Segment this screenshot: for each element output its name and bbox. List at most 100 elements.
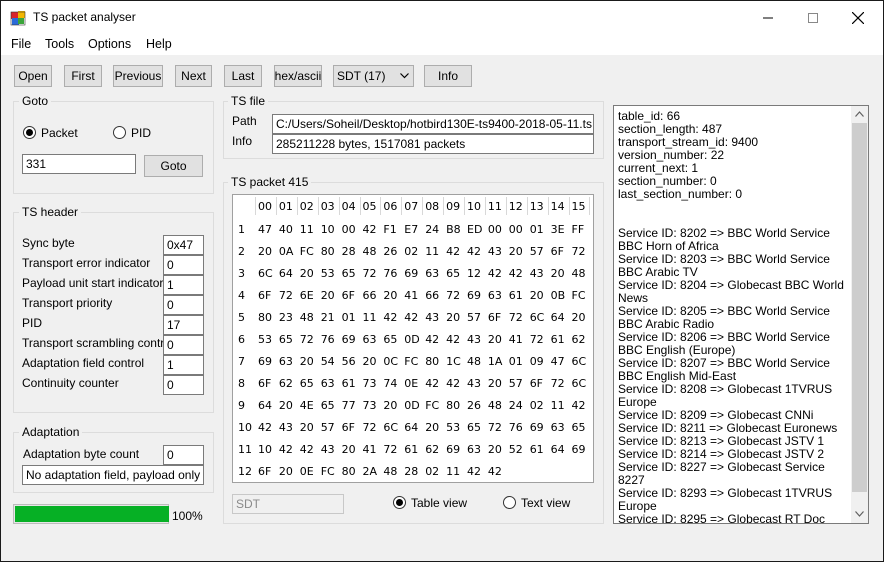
hex-byte-cell[interactable]: 47: [258, 223, 272, 236]
hex-byte-cell[interactable]: 28: [404, 465, 418, 478]
hex-byte-cell[interactable]: 48: [467, 355, 481, 368]
menu-file[interactable]: File: [11, 37, 31, 51]
hex-byte-cell[interactable]: 0E: [300, 465, 314, 478]
hex-byte-cell[interactable]: 57: [467, 311, 481, 324]
hex-byte-cell[interactable]: 01: [530, 223, 544, 236]
hex-byte-cell[interactable]: 53: [258, 333, 272, 346]
hex-byte-cell[interactable]: 72: [383, 443, 397, 456]
hex-byte-cell[interactable]: 6C: [572, 355, 587, 368]
hex-ascii-button[interactable]: hex/ascii: [274, 65, 322, 87]
minimize-button[interactable]: [745, 2, 791, 33]
hex-byte-cell[interactable]: 20: [530, 289, 544, 302]
hex-byte-cell[interactable]: 42: [446, 245, 460, 258]
hex-byte-cell[interactable]: 64: [258, 399, 272, 412]
hex-byte-cell[interactable]: E7: [404, 223, 418, 236]
hex-byte-cell[interactable]: 20: [446, 311, 460, 324]
hex-byte-cell[interactable]: 42: [383, 311, 397, 324]
hex-byte-cell[interactable]: 00: [509, 223, 523, 236]
adaptation-byte-count-field[interactable]: 0: [163, 445, 204, 465]
hex-byte-cell[interactable]: 42: [488, 267, 502, 280]
hex-byte-cell[interactable]: 72: [300, 333, 314, 346]
hex-byte-cell[interactable]: FF: [572, 223, 585, 236]
hex-byte-cell[interactable]: 64: [279, 267, 293, 280]
table-view-radio[interactable]: [393, 496, 406, 509]
hex-byte-cell[interactable]: 24: [509, 399, 523, 412]
menu-tools[interactable]: Tools: [45, 37, 74, 51]
hex-byte-cell[interactable]: 42: [446, 377, 460, 390]
hex-byte-cell[interactable]: 01: [342, 311, 356, 324]
hex-byte-cell[interactable]: 12: [467, 267, 481, 280]
hex-byte-cell[interactable]: 64: [404, 421, 418, 434]
hex-byte-cell[interactable]: FC: [572, 289, 586, 302]
hex-byte-cell[interactable]: 11: [551, 399, 565, 412]
ts-header-value[interactable]: 0: [163, 295, 204, 315]
table-select[interactable]: SDT (17): [333, 65, 414, 87]
hex-byte-cell[interactable]: 6F: [258, 465, 271, 478]
hex-byte-cell[interactable]: 43: [530, 267, 544, 280]
hex-byte-cell[interactable]: 2A: [363, 465, 378, 478]
hex-byte-cell[interactable]: 02: [530, 399, 544, 412]
hex-byte-cell[interactable]: 47: [551, 355, 565, 368]
menu-help[interactable]: Help: [146, 37, 172, 51]
text-view-radio[interactable]: [503, 496, 516, 509]
hex-byte-cell[interactable]: 20: [363, 355, 377, 368]
hex-byte-cell[interactable]: 76: [509, 421, 523, 434]
hex-byte-cell[interactable]: 72: [363, 267, 377, 280]
hex-byte-cell[interactable]: 0C: [383, 355, 398, 368]
hex-byte-cell[interactable]: 54: [321, 355, 335, 368]
hex-byte-cell[interactable]: 66: [425, 289, 439, 302]
hex-byte-cell[interactable]: 80: [425, 355, 439, 368]
hex-byte-cell[interactable]: 41: [363, 443, 377, 456]
hex-byte-cell[interactable]: 66: [363, 289, 377, 302]
hex-byte-cell[interactable]: 6C: [572, 377, 587, 390]
info-button[interactable]: Info: [424, 65, 472, 87]
hex-byte-cell[interactable]: 6F: [530, 377, 543, 390]
close-button[interactable]: [835, 2, 881, 33]
hex-byte-cell[interactable]: 63: [321, 377, 335, 390]
hex-byte-cell[interactable]: 41: [509, 333, 523, 346]
hex-byte-cell[interactable]: 43: [467, 333, 481, 346]
hex-byte-cell[interactable]: 6C: [258, 267, 273, 280]
hex-byte-cell[interactable]: 42: [425, 333, 439, 346]
hex-byte-cell[interactable]: 20: [572, 311, 586, 324]
hex-byte-cell[interactable]: 69: [572, 443, 586, 456]
hex-byte-cell[interactable]: 11: [363, 311, 377, 324]
hex-byte-cell[interactable]: 53: [321, 267, 335, 280]
hex-byte-cell[interactable]: 73: [363, 399, 377, 412]
hex-byte-cell[interactable]: F1: [383, 223, 396, 236]
hex-byte-cell[interactable]: 72: [446, 289, 460, 302]
ts-header-value[interactable]: 0: [163, 255, 204, 275]
hex-byte-cell[interactable]: 02: [404, 245, 418, 258]
hex-byte-cell[interactable]: 63: [467, 443, 481, 456]
hex-byte-cell[interactable]: 65: [467, 421, 481, 434]
hex-byte-cell[interactable]: 20: [551, 267, 565, 280]
hex-byte-cell[interactable]: 6F: [258, 289, 271, 302]
hex-byte-cell[interactable]: 76: [383, 267, 397, 280]
hex-byte-cell[interactable]: 64: [551, 311, 565, 324]
hex-byte-cell[interactable]: 42: [404, 311, 418, 324]
hex-byte-cell[interactable]: 0D: [404, 399, 419, 412]
hex-byte-cell[interactable]: 43: [425, 311, 439, 324]
goto-button[interactable]: Goto: [144, 155, 203, 177]
hex-byte-cell[interactable]: 72: [509, 311, 523, 324]
hex-byte-cell[interactable]: 63: [363, 333, 377, 346]
hex-byte-cell[interactable]: 63: [279, 355, 293, 368]
hex-byte-cell[interactable]: 63: [488, 289, 502, 302]
hex-byte-cell[interactable]: 20: [279, 399, 293, 412]
hex-byte-cell[interactable]: 42: [446, 333, 460, 346]
hex-byte-cell[interactable]: 20: [300, 267, 314, 280]
hex-byte-cell[interactable]: 42: [467, 245, 481, 258]
hex-byte-cell[interactable]: 63: [425, 267, 439, 280]
hex-byte-cell[interactable]: 20: [509, 245, 523, 258]
hex-byte-cell[interactable]: 62: [279, 377, 293, 390]
hex-byte-cell[interactable]: 48: [363, 245, 377, 258]
hex-byte-cell[interactable]: 53: [446, 421, 460, 434]
hex-byte-cell[interactable]: 63: [551, 421, 565, 434]
hex-byte-cell[interactable]: FC: [321, 465, 335, 478]
hex-byte-cell[interactable]: 74: [383, 377, 397, 390]
ts-header-value[interactable]: 17: [163, 315, 204, 335]
hex-byte-cell[interactable]: 80: [446, 399, 460, 412]
hex-byte-cell[interactable]: 4E: [300, 399, 314, 412]
previous-button[interactable]: Previous: [113, 65, 163, 87]
hex-byte-cell[interactable]: 6F: [342, 421, 355, 434]
